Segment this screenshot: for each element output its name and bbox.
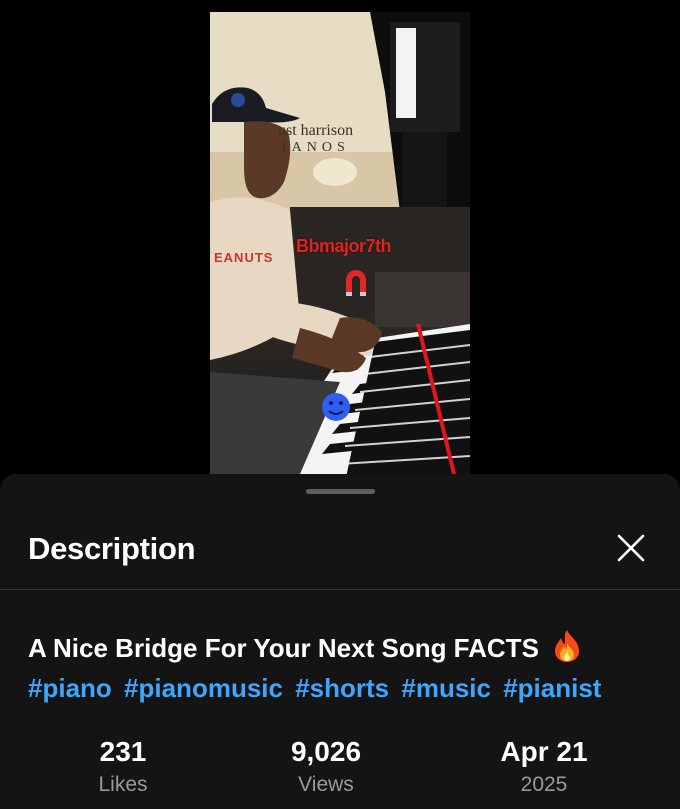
hashtag-shorts[interactable]: #shorts <box>295 673 389 703</box>
description-sheet: Description A Nice Bridge For Your Next … <box>0 474 680 809</box>
upload-date: Apr 21 <box>500 736 588 767</box>
divider <box>0 589 680 590</box>
likes-count: 231 <box>99 736 147 767</box>
fire-icon <box>555 630 580 662</box>
views-count: 9,026 <box>290 736 362 767</box>
close-icon <box>617 534 645 562</box>
hashtag-pianomusic[interactable]: #pianomusic <box>124 673 283 703</box>
video-title-text: A Nice Bridge For Your Next Song FACTS <box>28 633 539 663</box>
sheet-title: Description <box>28 531 196 566</box>
chord-label: Bbmajor7th <box>296 236 392 256</box>
likes-label: Likes <box>98 773 148 796</box>
shirt-print-text: EANUTS <box>214 250 274 265</box>
smiley-sticker <box>322 393 350 421</box>
hashtag-pianist[interactable]: #pianist <box>503 673 601 703</box>
brand-text-line2: IANOS <box>282 140 350 155</box>
drag-handle[interactable] <box>306 489 375 494</box>
views-stat: 9,026 Views <box>226 736 426 797</box>
brand-text-line1: ust harrison <box>278 122 354 139</box>
upload-year: 2025 <box>520 773 568 796</box>
hashtag-piano[interactable]: #piano <box>28 673 112 703</box>
date-stat: Apr 21 2025 <box>444 736 644 797</box>
close-button[interactable] <box>612 529 650 567</box>
video-player[interactable]: ust harrison IANOS Bbmajor7th EANUTS <box>210 12 470 474</box>
likes-stat: 231 Likes <box>23 736 223 797</box>
views-label: Views <box>298 773 354 796</box>
video-title: A Nice Bridge For Your Next Song FACTS <box>28 629 582 664</box>
hashtag-list: #piano #pianomusic #shorts #music #piani… <box>28 673 606 704</box>
hashtag-music[interactable]: #music <box>401 673 491 703</box>
